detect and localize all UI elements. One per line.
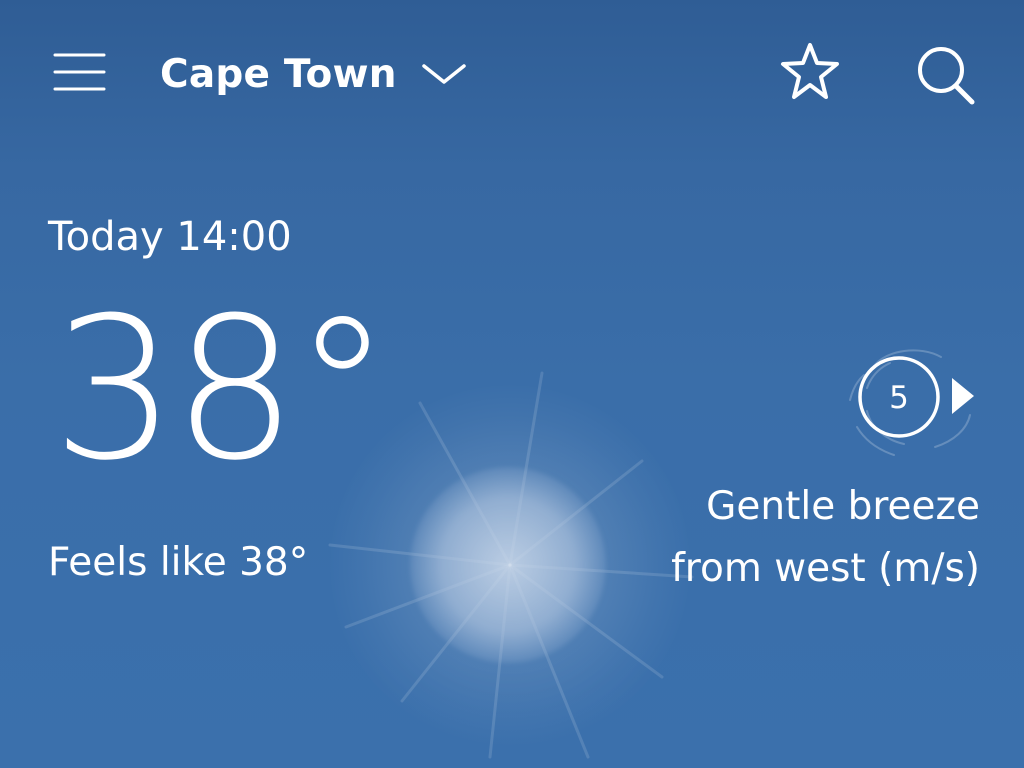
wind-indicator[interactable]: 5	[822, 326, 986, 470]
search-icon	[918, 47, 975, 105]
favorite-button[interactable]	[776, 38, 844, 106]
wind-speed-value: 5	[889, 380, 909, 416]
feels-like-temperature: Feels like 38°	[48, 540, 309, 585]
location-name: Cape Town	[160, 51, 397, 97]
top-bar: Cape Town	[0, 0, 1024, 146]
chevron-down-icon	[421, 64, 466, 84]
forecast-time: Today 14:00	[48, 214, 292, 260]
wind-description-line-2: from west (m/s)	[671, 546, 980, 592]
search-button[interactable]	[911, 41, 979, 109]
menu-icon	[53, 53, 106, 91]
star-icon	[781, 43, 839, 99]
menu-button[interactable]	[52, 50, 110, 96]
wind-direction-arrow-icon: 5	[849, 349, 974, 456]
wind-description-line-1: Gentle breeze	[706, 484, 980, 529]
wind-description: Gentle breeze from west (m/s)	[620, 476, 980, 601]
sun-disc	[410, 467, 606, 663]
location-selector[interactable]: Cape Town	[160, 42, 467, 106]
temperature-value: 38°	[52, 276, 391, 504]
weather-screen: Cape Town Today 14:00 38° Feels like 38°	[0, 0, 1024, 768]
